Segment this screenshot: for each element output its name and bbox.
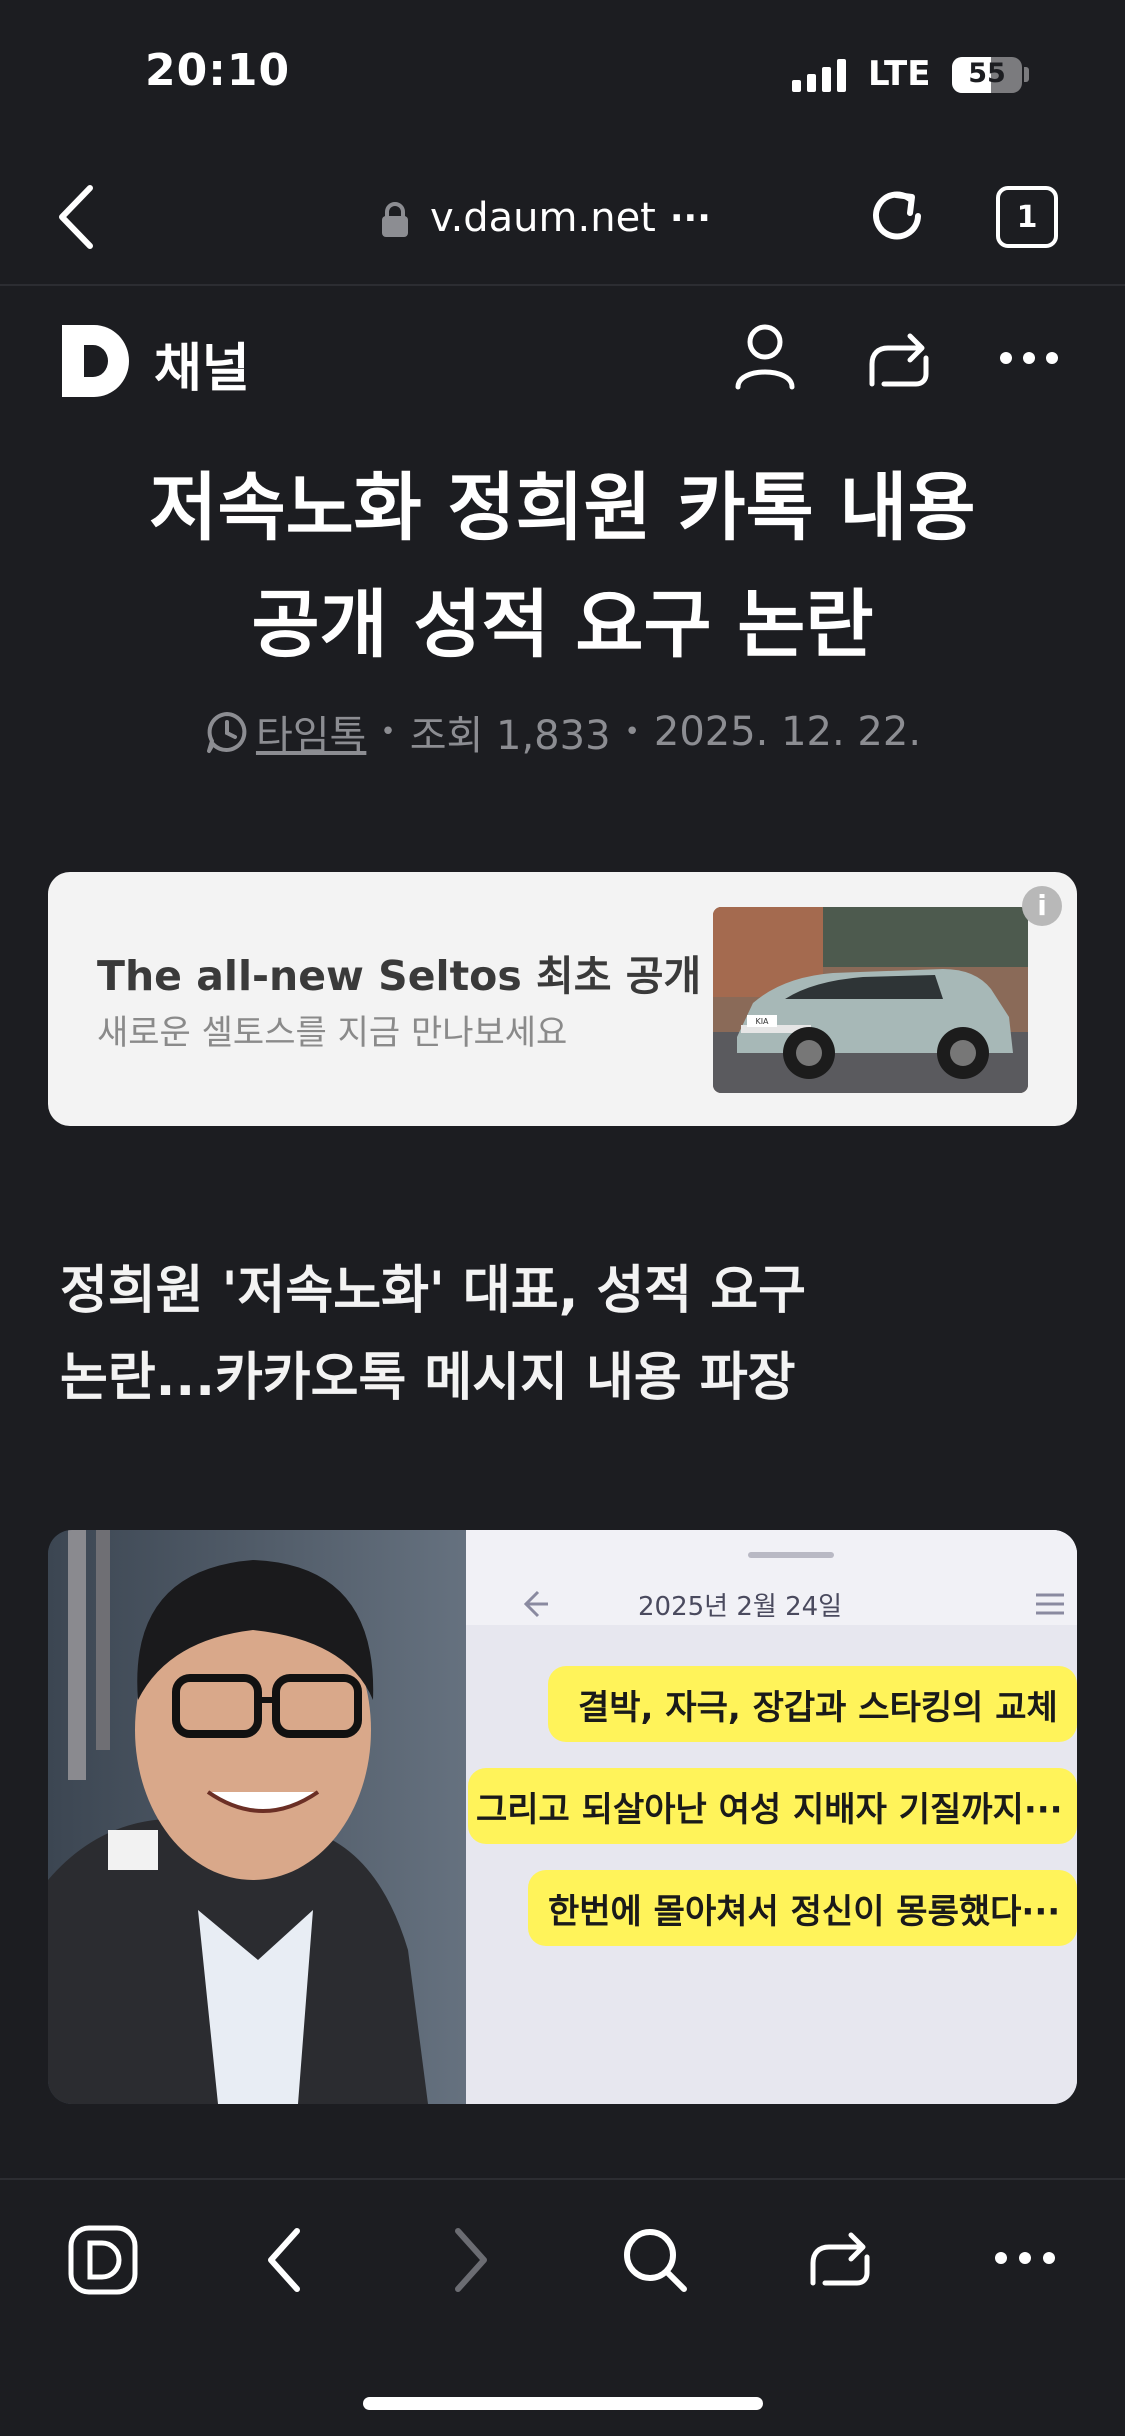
tab-count: 1 <box>1016 199 1038 235</box>
reload-button[interactable] <box>864 183 930 253</box>
more-dots-icon <box>995 2252 1055 2264</box>
chevron-left-icon <box>59 185 93 249</box>
ad-plate-text: KIA <box>755 1017 769 1026</box>
search-button[interactable] <box>620 2225 690 2299</box>
publish-date: 2025. 12. 22. <box>653 709 922 755</box>
nav-back-button[interactable] <box>265 2225 305 2299</box>
ad-title: The all-new Seltos 최초 공개 <box>97 952 702 1000</box>
chat-bubble-1: 결박, 자극, 장갑과 스타킹의 교체 <box>578 1688 1058 1728</box>
more-dots-icon <box>1000 352 1058 364</box>
browser-back-button[interactable] <box>52 182 102 252</box>
source-link[interactable]: 타임톡 <box>256 703 366 761</box>
article-image: 2025년 2월 24일 결박, 자극, 장갑과 스타킹의 교체 그리고 되살아… <box>48 1530 1077 2104</box>
url-text: v.daum.net <box>430 195 656 241</box>
battery-icon: 55 <box>952 57 1022 93</box>
home-indicator[interactable] <box>363 2397 763 2410</box>
daum-logo-icon <box>68 2225 138 2295</box>
article-title-line1: 저속노화 정희원 카톡 내용 <box>149 465 976 551</box>
nav-forward-button[interactable] <box>450 2225 490 2299</box>
top-divider <box>0 284 1125 286</box>
network-type: LTE <box>868 54 931 94</box>
ad-banner[interactable]: The all-new Seltos 최초 공개 새로운 셀토스를 지금 만나보… <box>48 872 1077 1126</box>
share-icon <box>869 333 929 387</box>
article-title: 저속노화 정희원 카톡 내용 공개 성적 요구 논란 <box>60 450 1065 684</box>
daum-logo[interactable] <box>62 325 132 401</box>
signal-strength-icon <box>792 58 846 92</box>
more-menu-button[interactable] <box>993 2250 1057 2270</box>
share-icon <box>810 2232 870 2286</box>
url-field[interactable]: v.daum.net ··· <box>430 188 730 248</box>
bottom-divider <box>0 2178 1125 2180</box>
reload-icon <box>873 191 921 240</box>
clock-chat-icon <box>206 712 247 753</box>
battery-cap <box>1024 67 1029 82</box>
tabs-button[interactable]: 1 <box>996 186 1058 248</box>
article-meta: 타임톡 • 조회 1,833 • 2025. 12. 22. <box>0 703 1125 761</box>
url-more-icon: ··· <box>669 197 711 239</box>
ad-info-icon[interactable]: i <box>1022 886 1062 926</box>
chevron-left-icon <box>268 2228 300 2292</box>
channel-label[interactable]: 채널 <box>154 326 250 401</box>
status-time: 20:10 <box>145 45 291 96</box>
meta-separator: • <box>380 717 396 747</box>
subheadline-line2: 논란...카카오톡 메시지 내용 파장 <box>60 1348 796 1408</box>
search-icon <box>624 2229 687 2292</box>
chevron-right-icon <box>455 2228 487 2292</box>
ad-subtitle: 새로운 셀토스를 지금 만나보세요 <box>97 1013 568 1053</box>
chat-bubble-2: 그리고 되살아난 여성 지배자 기질까지··· <box>476 1790 1063 1830</box>
ad-car-image: KIA <box>713 907 1028 1093</box>
subheadline-line1: 정희원 '저속노화' 대표, 성적 요구 <box>60 1261 806 1321</box>
battery-level: 55 <box>968 58 1006 89</box>
more-options-button[interactable] <box>998 350 1060 370</box>
share-button[interactable] <box>866 328 932 394</box>
chat-bubble-3: 한번에 몰아쳐서 정신이 몽롱했다··· <box>548 1892 1061 1932</box>
user-icon <box>735 324 795 390</box>
chat-date: 2025년 2월 24일 <box>638 1592 843 1622</box>
article-title-line2: 공개 성적 요구 논란 <box>251 582 874 668</box>
daum-home-button[interactable] <box>68 2225 138 2299</box>
profile-button[interactable] <box>734 323 796 395</box>
lock-icon <box>380 201 410 243</box>
article-subheadline: 정희원 '저속노화' 대표, 성적 요구 논란...카카오톡 메시지 내용 파장 <box>60 1248 1060 1422</box>
view-count: 조회 1,833 <box>409 713 611 759</box>
meta-separator: • <box>624 717 640 747</box>
share-button-bottom[interactable] <box>807 2225 873 2295</box>
